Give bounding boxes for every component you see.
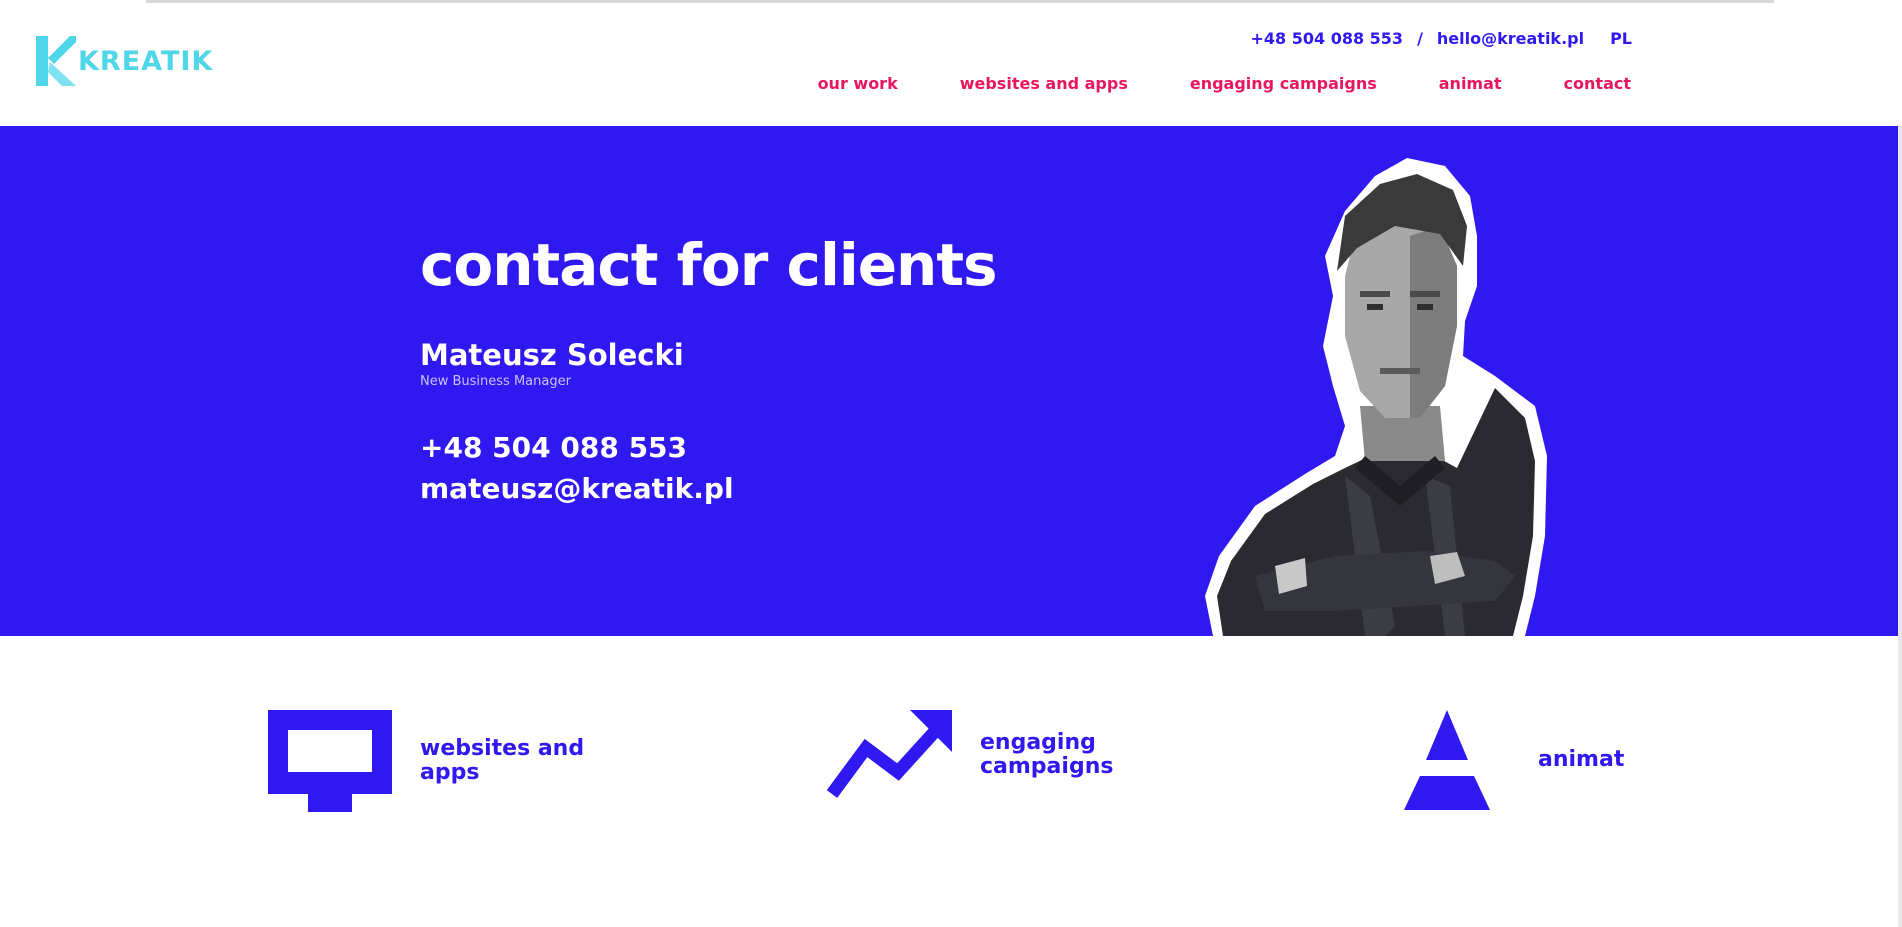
contact-person-name: Mateusz Solecki bbox=[420, 338, 684, 372]
service-websites-and-apps[interactable]: websites and apps bbox=[268, 710, 620, 812]
service-animat[interactable]: animat bbox=[1404, 710, 1738, 810]
kreatik-logo-icon bbox=[36, 36, 76, 86]
nav-animat[interactable]: animat bbox=[1439, 74, 1502, 93]
person-photo bbox=[1205, 158, 1547, 636]
animat-triangle-icon bbox=[1404, 710, 1490, 810]
hero-contact-section: contact for clients Mateusz Solecki New … bbox=[0, 126, 1902, 636]
top-divider bbox=[146, 0, 1774, 3]
contact-phone-link[interactable]: +48 504 088 553 bbox=[420, 431, 687, 464]
contact-person-role: New Business Manager bbox=[420, 374, 571, 389]
trend-up-arrow-icon bbox=[826, 710, 952, 798]
header-phone-link[interactable]: +48 504 088 553 bbox=[1250, 29, 1403, 48]
services-section: websites and apps engaging campaigns ani… bbox=[0, 636, 1902, 927]
site-header: KREATIK +48 504 088 553 / hello@kreatik.… bbox=[0, 4, 1902, 126]
main-nav: our work websites and apps engaging camp… bbox=[818, 74, 1631, 93]
scrollbar-track[interactable] bbox=[1898, 126, 1902, 927]
contact-email-link[interactable]: mateusz@kreatik.pl bbox=[420, 472, 734, 505]
service-engaging-campaigns[interactable]: engaging campaigns bbox=[826, 710, 1180, 800]
service-label-campaigns: engaging campaigns bbox=[980, 730, 1114, 779]
nav-websites-and-apps[interactable]: websites and apps bbox=[960, 74, 1128, 93]
header-separator: / bbox=[1417, 29, 1423, 48]
service-label-websites: websites and apps bbox=[420, 736, 585, 785]
monitor-icon bbox=[268, 710, 392, 812]
nav-contact[interactable]: contact bbox=[1564, 74, 1631, 93]
header-email-link[interactable]: hello@kreatik.pl bbox=[1437, 29, 1584, 48]
service-label-animat: animat bbox=[1538, 747, 1625, 772]
header-contact: +48 504 088 553 / hello@kreatik.pl PL bbox=[1250, 29, 1632, 48]
logo-text: KREATIK bbox=[78, 45, 214, 77]
language-switch[interactable]: PL bbox=[1610, 29, 1632, 48]
page: KREATIK +48 504 088 553 / hello@kreatik.… bbox=[0, 0, 1902, 927]
nav-our-work[interactable]: our work bbox=[818, 74, 898, 93]
logo-link[interactable]: KREATIK bbox=[36, 36, 213, 86]
nav-engaging-campaigns[interactable]: engaging campaigns bbox=[1190, 74, 1377, 93]
page-title: contact for clients bbox=[420, 231, 998, 299]
